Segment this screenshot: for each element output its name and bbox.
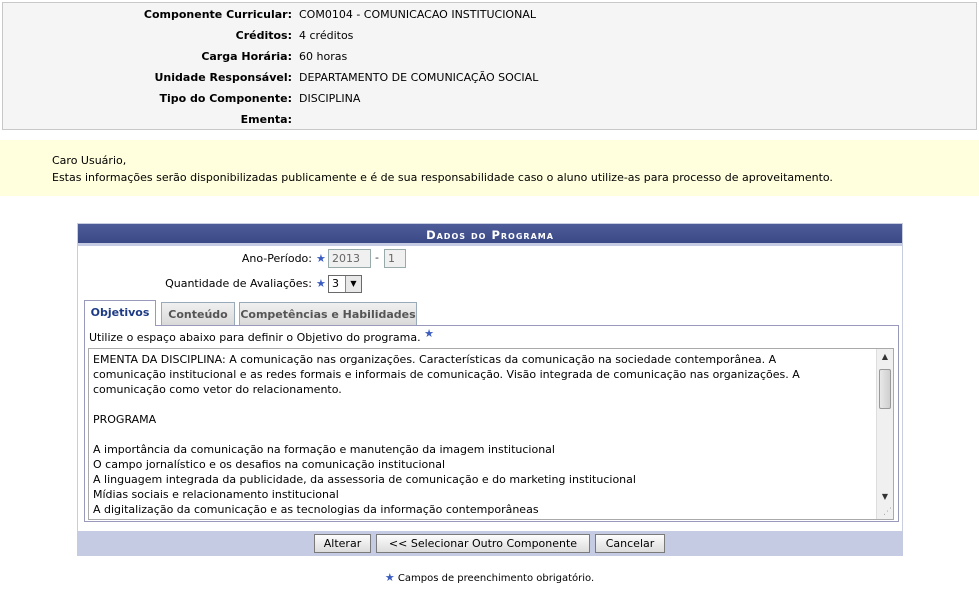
info-row-carga-horaria: Carga Horária: 60 horas <box>3 46 976 67</box>
info-label: Tipo do Componente: <box>159 92 292 105</box>
info-value: 60 horas <box>299 50 348 63</box>
info-row-creditos: Créditos: 4 créditos <box>3 25 976 46</box>
objetivos-textarea[interactable]: EMENTA DA DISCIPLINA: A comunicação nas … <box>88 348 894 520</box>
cancel-button[interactable]: Cancelar <box>595 534 665 553</box>
required-star-icon: ★ <box>316 277 326 290</box>
user-notice: Caro Usuário, Estas informações serão di… <box>0 140 979 196</box>
text-line: A importância da comunicação na formação… <box>93 443 555 456</box>
ano-input[interactable]: 2013 <box>328 249 371 268</box>
scroll-down-arrow-icon[interactable]: ▼ <box>877 489 893 505</box>
info-value: 4 créditos <box>299 29 354 42</box>
tab-panel-objetivos: Utilize o espaço abaixo para definir o O… <box>84 325 899 522</box>
text-line <box>93 397 873 412</box>
required-legend-text: Campos de preenchimento obrigatório. <box>397 573 595 584</box>
info-value: DISCIPLINA <box>299 92 361 105</box>
select-other-component-button[interactable]: << Selecionar Outro Componente <box>376 534 590 553</box>
objetivos-text: EMENTA DA DISCIPLINA: A comunicação nas … <box>93 352 873 517</box>
info-label: Componente Curricular: <box>143 8 292 21</box>
textarea-scrollbar[interactable]: ▲ ▼ <box>876 349 893 519</box>
avaliacoes-selected-value: 3 <box>332 277 339 290</box>
periodo-input[interactable]: 1 <box>384 249 406 268</box>
chevron-down-icon[interactable]: ▼ <box>345 276 361 292</box>
text-line <box>93 427 873 442</box>
required-star-icon: ★ <box>424 327 434 340</box>
text-line: O campo jornalístico e os desafios na co… <box>93 458 446 471</box>
text-line: Mídias sociais e relacionamento instituc… <box>93 488 339 501</box>
info-row-ementa: Ementa: <box>3 109 976 130</box>
info-label: Créditos: <box>235 29 292 42</box>
info-label: Carga Horária: <box>201 50 292 63</box>
component-info-panel: Componente Curricular: COM0104 - COMUNIC… <box>2 2 977 130</box>
required-legend: ★ Campos de preenchimento obrigatório. <box>0 571 979 584</box>
panel-caption: Dados do Programa <box>78 224 902 246</box>
alterar-button[interactable]: Alterar <box>314 534 371 553</box>
info-row-tipo: Tipo do Componente: DISCIPLINA <box>3 88 976 109</box>
resize-grip-icon[interactable]: ⋰ <box>880 506 892 518</box>
notice-greeting: Caro Usuário, <box>52 154 127 167</box>
required-star-icon: ★ <box>384 571 395 584</box>
tab-competencias[interactable]: Competências e Habilidades <box>239 302 417 326</box>
objetivos-hint-text: Utilize o espaço abaixo para definir o O… <box>89 331 421 344</box>
text-line: comunicação como vetor do relacionamento… <box>93 383 342 396</box>
info-value: COM0104 - COMUNICACAO INSTITUCIONAL <box>299 8 536 21</box>
tab-objetivos[interactable]: Objetivos <box>84 300 156 326</box>
ano-periodo-label: Ano-Período: <box>241 252 312 265</box>
info-value: DEPARTAMENTO DE COMUNICAÇÃO SOCIAL <box>299 71 539 84</box>
text-line: EMENTA DA DISCIPLINA: A comunicação nas … <box>93 353 777 366</box>
text-line: A digitalização da comunicação e as tecn… <box>93 503 539 516</box>
ano-periodo-row: Ano-Período: ★ <box>0 248 979 270</box>
info-row-componente: Componente Curricular: COM0104 - COMUNIC… <box>3 4 976 25</box>
tab-conteudo[interactable]: Conteúdo <box>161 302 235 326</box>
avaliacoes-row: Quantidade de Avaliações: ★ <box>0 273 979 295</box>
required-star-icon: ★ <box>316 252 326 265</box>
avaliacoes-select[interactable]: 3 ▼ <box>328 275 362 293</box>
objetivos-hint: Utilize o espaço abaixo para definir o O… <box>89 327 434 344</box>
ano-periodo-separator: - <box>375 251 379 264</box>
info-row-unidade: Unidade Responsável: DEPARTAMENTO DE COM… <box>3 67 976 88</box>
info-label: Unidade Responsável: <box>154 71 292 84</box>
text-line: PROGRAMA <box>93 413 157 426</box>
text-line: comunicação institucional e as redes for… <box>93 368 800 381</box>
text-line: A linguagem integrada da publicidade, da… <box>93 473 636 486</box>
notice-message: Estas informações serão disponibilizadas… <box>52 171 833 184</box>
avaliacoes-label: Quantidade de Avaliações: <box>165 277 312 290</box>
info-label: Ementa: <box>240 113 292 126</box>
scrollbar-thumb[interactable] <box>879 369 891 409</box>
scroll-up-arrow-icon[interactable]: ▲ <box>877 349 893 365</box>
